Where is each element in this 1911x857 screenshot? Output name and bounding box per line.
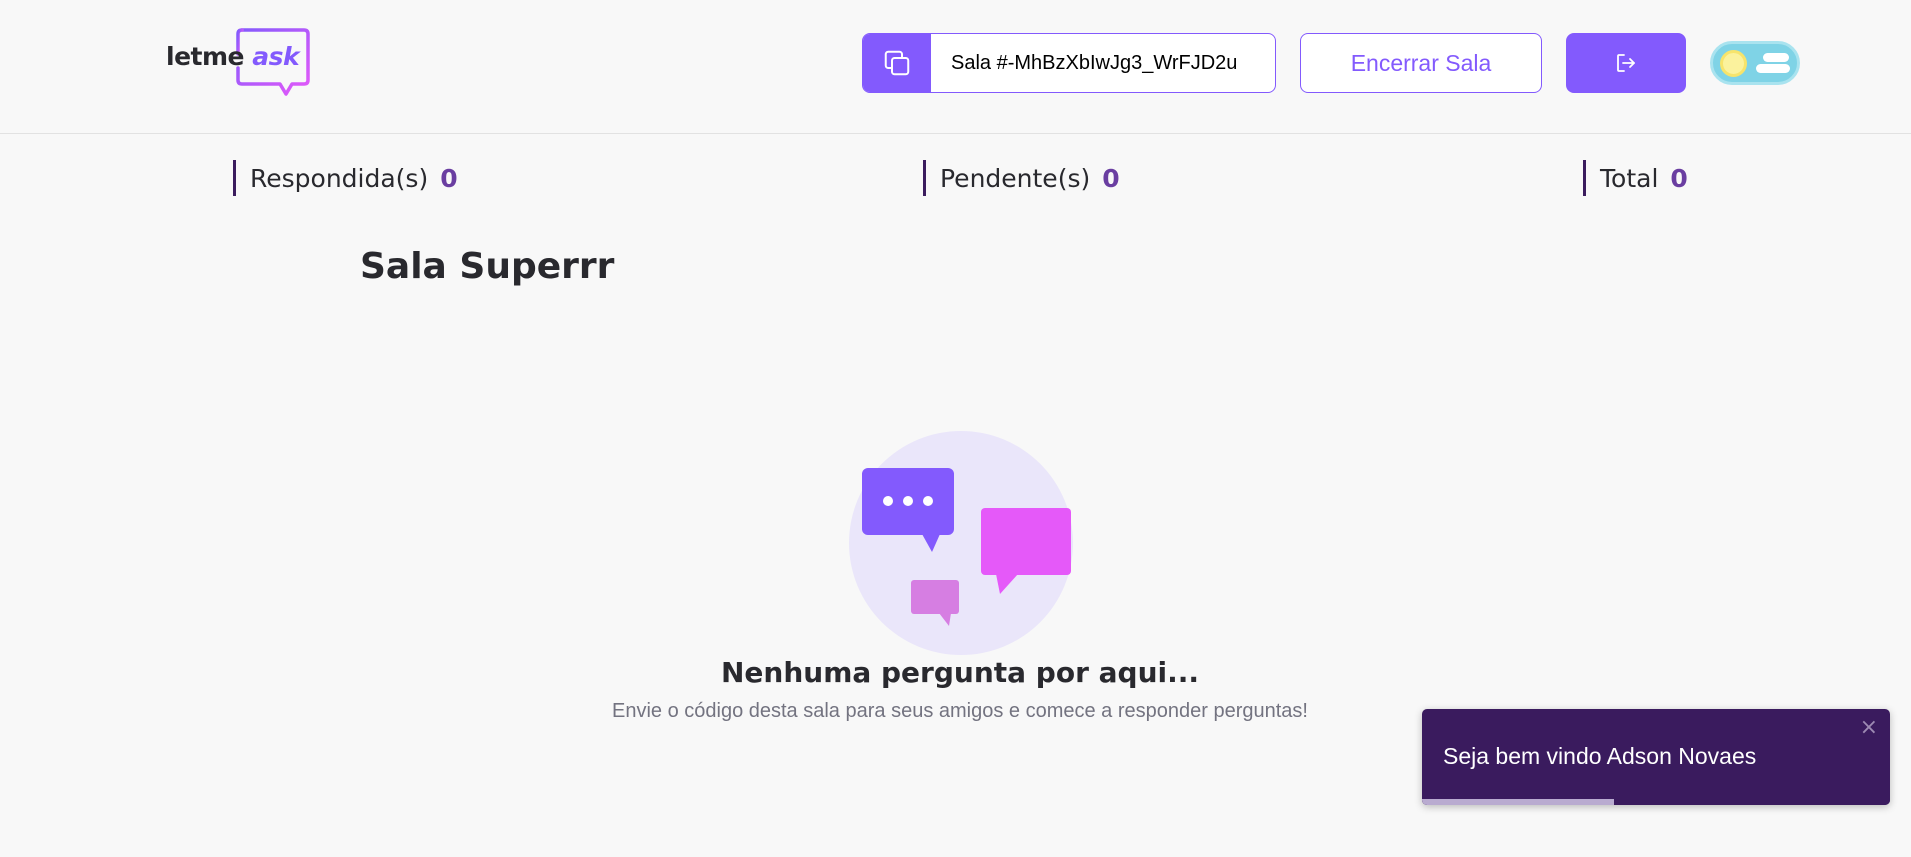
- pending-label: Pendente(s): [940, 163, 1091, 193]
- chat-bubble-icon: [981, 508, 1071, 575]
- room-code-text: Sala #-MhBzXbIwJg3_WrFJD2u: [951, 51, 1238, 74]
- answered-counter: Respondida(s) 0: [233, 160, 458, 196]
- total-count: 0: [1670, 163, 1688, 193]
- room-title: Sala Superrr: [360, 246, 615, 287]
- copy-icon[interactable]: [863, 34, 931, 92]
- toast-message: Seja bem vindo Adson Novaes: [1443, 743, 1757, 769]
- total-counter: Total 0: [1583, 160, 1688, 196]
- logo-text: letme ask: [166, 42, 300, 71]
- logo-word-ask: ask: [252, 42, 300, 71]
- toast-progress-bar: [1422, 799, 1614, 805]
- theme-toggle[interactable]: [1710, 41, 1800, 85]
- logout-button[interactable]: [1566, 33, 1686, 93]
- answered-label: Respondida(s): [250, 163, 429, 193]
- cloud-icon: [1756, 64, 1790, 73]
- answered-count: 0: [440, 163, 458, 193]
- letmeask-logo[interactable]: letme ask: [166, 28, 312, 98]
- page-header: letme ask Sala #-MhBzXbIwJg3_WrFJD2u Enc…: [0, 0, 1911, 134]
- chat-bubble-icon: [911, 580, 959, 614]
- close-room-button[interactable]: Encerrar Sala: [1300, 33, 1542, 93]
- empty-state-title: Nenhuma pergunta por aqui...: [720, 656, 1200, 689]
- pending-counter: Pendente(s) 0: [923, 160, 1120, 196]
- cloud-icon: [1763, 53, 1789, 62]
- close-icon[interactable]: ×: [1860, 717, 1878, 739]
- room-code-button[interactable]: Sala #-MhBzXbIwJg3_WrFJD2u: [862, 33, 1276, 93]
- logo-word-letme: letme: [166, 42, 244, 71]
- welcome-toast[interactable]: Seja bem vindo Adson Novaes ×: [1422, 709, 1890, 805]
- total-label: Total: [1600, 163, 1659, 193]
- sun-icon: [1720, 50, 1747, 77]
- empty-questions-illustration: [849, 431, 1073, 655]
- pending-count: 0: [1102, 163, 1120, 193]
- logout-icon: [1617, 54, 1635, 72]
